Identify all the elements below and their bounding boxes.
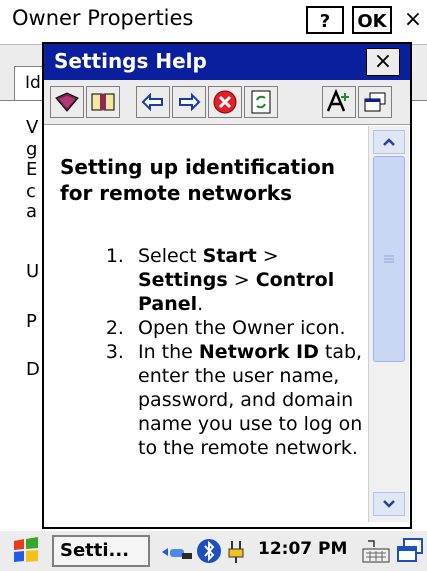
scroll-down-button[interactable] [373, 492, 405, 516]
help-heading: Setting up identification for remote net… [60, 155, 335, 205]
font-size-icon[interactable] [322, 86, 356, 118]
back-arrow-icon[interactable] [136, 86, 170, 118]
vertical-scrollbar[interactable] [368, 126, 409, 522]
ok-button[interactable]: OK [352, 6, 392, 34]
close-button[interactable]: × [398, 6, 427, 34]
help-toolbar [44, 80, 410, 125]
help-title-bar: Settings Help × [44, 44, 410, 80]
bluetooth-icon[interactable] [196, 537, 222, 565]
panel-text-fragment: E [26, 159, 38, 180]
panel-text-fragment: a [26, 201, 38, 222]
open-book-icon[interactable] [86, 86, 120, 118]
panel-text-fragment: P [26, 311, 37, 332]
settings-help-window: Settings Help × Setting up identificatio… [42, 42, 412, 529]
panel-text-fragment: g [26, 139, 38, 160]
step-item: Select Start > Settings > Control Panel. [130, 244, 370, 316]
keyboard-icon[interactable] [360, 537, 392, 565]
help-content: Setting up identification for remote net… [52, 126, 370, 522]
owner-window-title: Owner Properties [12, 6, 194, 30]
owner-title-bar: Owner Properties ? OK × [0, 0, 427, 45]
panel-text-fragment: V [26, 117, 39, 138]
taskbar-item-settings-help[interactable]: Setti... [52, 535, 150, 567]
desktop-icon[interactable] [396, 537, 426, 565]
instruction-steps: Select Start > Settings > Control Panel.… [52, 244, 370, 460]
panel-text-fragment: D [26, 359, 40, 380]
refresh-icon[interactable] [244, 86, 278, 118]
help-close-button[interactable]: × [366, 48, 400, 76]
step-item: Open the Owner icon. [130, 316, 370, 340]
scroll-thumb[interactable] [373, 156, 405, 362]
panel-text-fragment: U [26, 261, 40, 282]
taskbar: Setti... 12:07 PM [0, 530, 427, 571]
help-window-title: Settings Help [54, 49, 207, 73]
stop-icon[interactable] [208, 86, 242, 118]
help-button[interactable]: ? [306, 6, 344, 34]
clock[interactable]: 12:07 PM [258, 539, 347, 559]
window-icon[interactable] [358, 86, 392, 118]
power-icon[interactable] [226, 537, 252, 565]
contents-book-icon[interactable] [50, 86, 84, 118]
windows-flag-icon[interactable] [8, 535, 44, 567]
step-item: In the Network ID tab, enter the user na… [130, 340, 370, 460]
forward-arrow-icon[interactable] [172, 86, 206, 118]
scroll-up-button[interactable] [373, 130, 405, 154]
panel-text-fragment: c [26, 181, 36, 202]
network-icon[interactable] [160, 539, 194, 565]
